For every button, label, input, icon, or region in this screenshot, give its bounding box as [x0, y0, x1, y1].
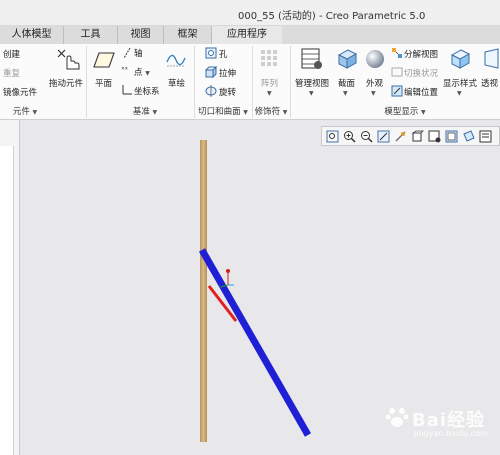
sketch-icon	[166, 54, 186, 67]
repaint-icon[interactable]	[377, 130, 390, 143]
annotation-display-icon[interactable]	[479, 130, 492, 143]
tab-tools[interactable]: 工具	[64, 26, 118, 44]
view-manager-icon[interactable]	[428, 130, 441, 143]
perspective-button[interactable]: 透视	[481, 77, 498, 89]
zoom-out-icon[interactable]	[360, 130, 373, 143]
window-title: 000_55 (活动的) - Creo Parametric 5.0	[238, 11, 426, 22]
point-button[interactable]: 点 ▼	[134, 66, 150, 78]
chevron-down-icon: ▼	[457, 90, 462, 97]
blue-beam-part[interactable]	[198, 248, 312, 437]
chevron-down-icon: ▼	[32, 109, 38, 116]
ribbon: 创建 重复 镜像元件 拖动元件 平面 轴 ˣˣ 点 ▼ 坐标系 草绘 孔 拉伸	[0, 44, 500, 120]
chevron-down-icon: ▼	[371, 90, 376, 97]
spin-center-icon[interactable]	[394, 130, 407, 143]
tab-human-model[interactable]: 人体模型	[0, 26, 64, 44]
section-icon	[337, 49, 358, 69]
tab-applications[interactable]: 应用程序	[212, 26, 282, 44]
group-label-text: 切口和曲面	[198, 107, 241, 117]
plane-icon	[93, 52, 115, 68]
plane-button[interactable]: 平面	[95, 77, 112, 89]
edit-position-icon	[391, 85, 403, 97]
chevron-down-icon: ▼	[145, 70, 150, 77]
pattern-button[interactable]: 阵列	[261, 77, 278, 89]
chevron-down-icon: ▼	[152, 109, 158, 116]
chevron-down-icon: ▼	[421, 109, 426, 116]
zoom-in-icon[interactable]	[343, 130, 356, 143]
vertical-bar-part[interactable]	[200, 140, 207, 442]
extrude-icon	[205, 66, 217, 78]
chevron-down-icon: ▼	[267, 90, 272, 97]
group-divider	[290, 46, 291, 118]
toggle-status-button[interactable]: 切换状况	[404, 67, 438, 79]
hole-button[interactable]: 孔	[219, 48, 228, 60]
group-label-text: 基准	[132, 107, 150, 117]
manage-views-button[interactable]: 管理视图	[295, 77, 329, 89]
perspective-icon	[484, 48, 499, 69]
appearance-icon	[366, 50, 384, 68]
axis-button[interactable]: 轴	[134, 47, 143, 59]
group-label-cut-surface[interactable]: 切口和曲面 ▼	[194, 106, 252, 119]
watermark-subtext: jingyan.baidu.com	[414, 429, 488, 438]
manage-views-icon	[301, 48, 322, 69]
sketch-button[interactable]: 草绘	[168, 77, 185, 89]
display-style-toolbar-icon[interactable]	[445, 130, 458, 143]
section-button[interactable]: 截面	[338, 77, 355, 89]
point-label: 点	[134, 68, 143, 78]
csys-origin-marker	[226, 269, 230, 273]
display-style-icon	[450, 49, 471, 69]
point-icon: ˣˣ	[121, 65, 129, 74]
model-tree-panel: +	[0, 120, 20, 455]
pattern-icon	[261, 50, 277, 66]
view-toolbar	[321, 126, 500, 146]
drag-component-button[interactable]: 拖动元件	[49, 77, 83, 89]
group-label-datum[interactable]: 基准 ▼	[100, 106, 190, 119]
refit-icon[interactable]	[326, 130, 339, 143]
group-label-text: 修饰符	[254, 107, 281, 117]
chevron-down-icon: ▼	[282, 109, 288, 116]
axis-icon	[123, 47, 131, 59]
ribbon-tabs: 人体模型 工具 视图 框架 应用程序	[0, 26, 500, 44]
display-style-button[interactable]: 显示样式	[443, 77, 477, 89]
model-tree-list[interactable]	[0, 146, 14, 455]
create-button[interactable]: 创建	[3, 48, 20, 60]
tab-view[interactable]: 视图	[118, 26, 164, 44]
group-label-model-display[interactable]: 模型显示 ▼	[350, 106, 460, 119]
group-label-text: 模型显示	[384, 107, 419, 117]
title-bar: 000_55 (活动的) - Creo Parametric 5.0	[0, 0, 500, 26]
appearance-button[interactable]: 外观	[366, 77, 383, 89]
repeat-button[interactable]: 重复	[3, 67, 20, 79]
explode-view-icon	[392, 48, 402, 58]
tab-framework[interactable]: 框架	[164, 26, 212, 44]
group-label-component[interactable]: 元件 ▼	[0, 106, 50, 119]
drag-component-icon	[57, 49, 80, 70]
csys-icon	[122, 85, 132, 95]
group-label-modifiers[interactable]: 修饰符 ▼	[252, 106, 290, 119]
saved-orientations-icon[interactable]	[411, 130, 424, 143]
edit-position-button[interactable]: 编辑位置	[404, 86, 438, 98]
extrude-button[interactable]: 拉伸	[219, 67, 236, 79]
toggle-status-icon	[391, 67, 403, 77]
mirror-component-button[interactable]: 镜像元件	[3, 86, 37, 98]
chevron-down-icon: ▼	[243, 109, 248, 116]
revolve-icon	[205, 85, 217, 97]
csys-button[interactable]: 坐标系	[134, 85, 160, 97]
chevron-down-icon: ▼	[343, 90, 348, 97]
chevron-down-icon: ▼	[309, 90, 314, 97]
watermark: Bai经验 jingyan.baidu.com	[382, 400, 500, 440]
group-label-text: 元件	[12, 107, 30, 117]
datum-display-icon[interactable]	[462, 130, 475, 143]
explode-view-button[interactable]: 分解视图	[404, 48, 438, 60]
revolve-button[interactable]: 旋转	[219, 86, 236, 98]
hole-icon	[205, 47, 217, 59]
group-divider	[86, 46, 87, 118]
paw-logo-icon	[385, 408, 409, 427]
